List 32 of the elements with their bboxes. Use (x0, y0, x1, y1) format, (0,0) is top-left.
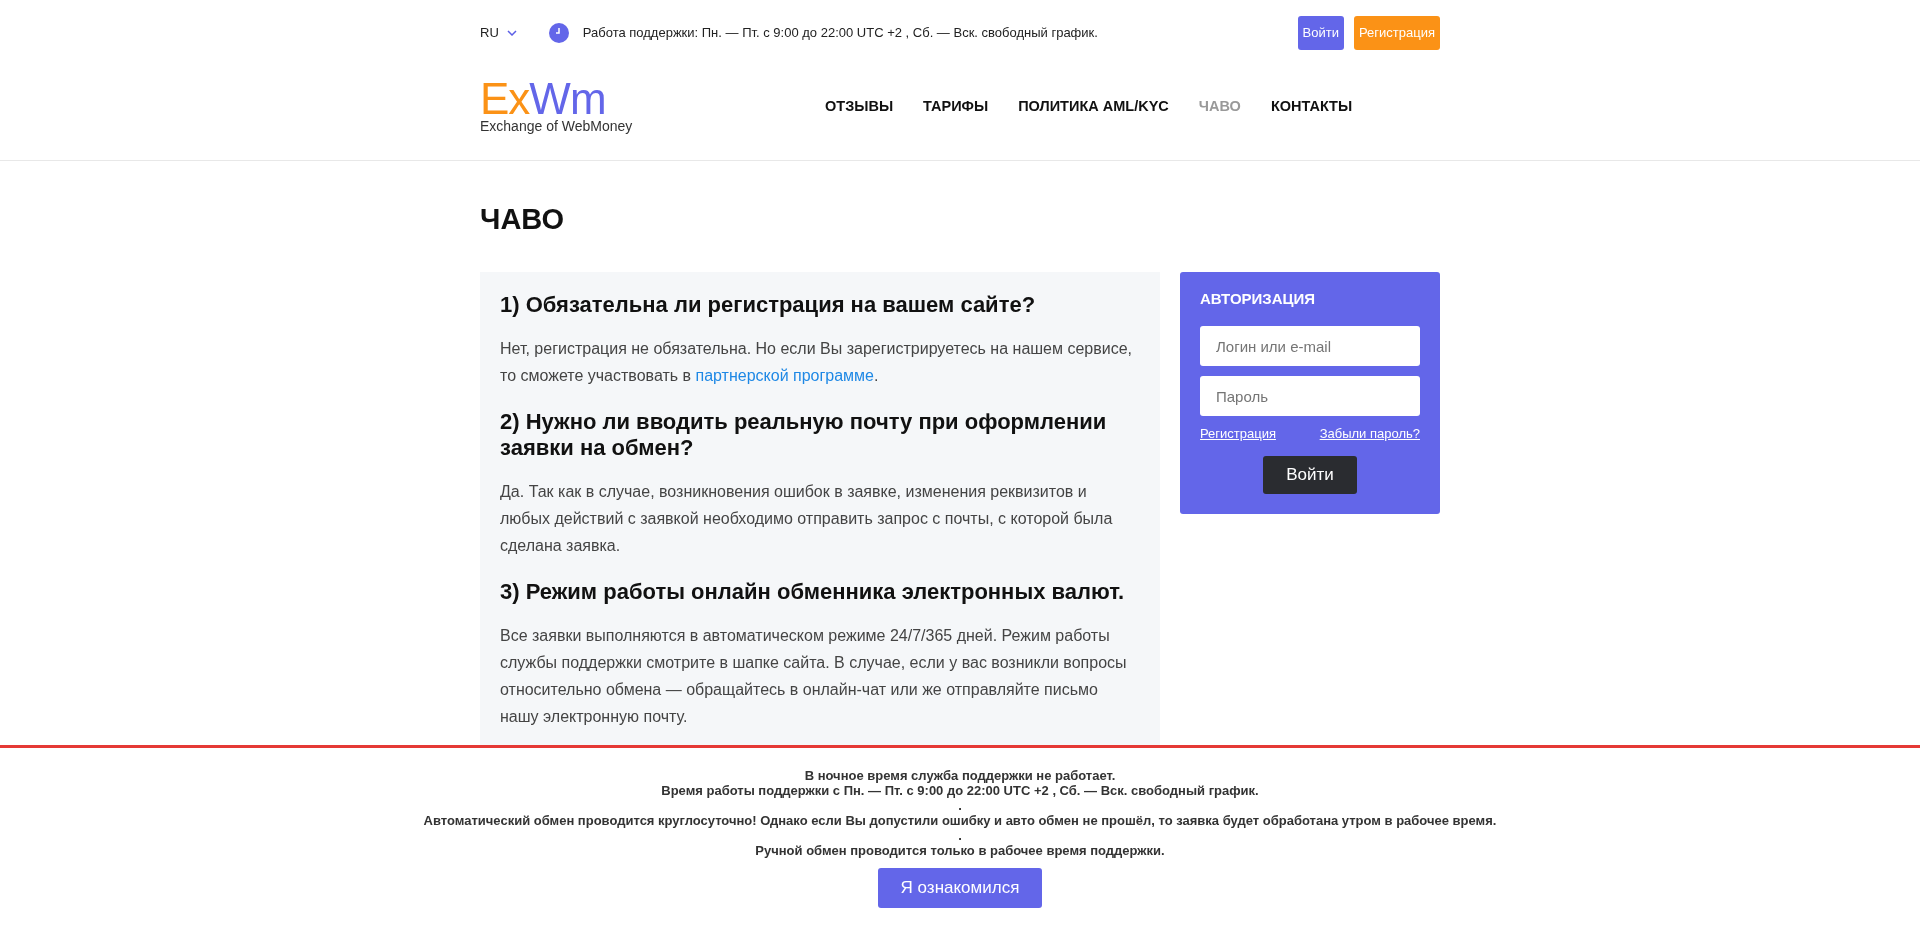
forgot-password-link[interactable]: Забыли пароль? (1319, 426, 1420, 441)
notice-text: В ночное время служба поддержки не работает. (804, 768, 1116, 783)
nav-link[interactable]: КОНТАКТЫ (1270, 97, 1353, 114)
clock-icon (548, 22, 569, 43)
page-title: ЧАВО (480, 203, 566, 236)
login-field[interactable]: Логин или e-mail (1200, 326, 1420, 366)
faq-question: 1) Обязательна ли регистрация на вашем сайте? (500, 292, 1037, 318)
nav-link[interactable]: ТАРИФЫ (923, 97, 989, 114)
faq-question: 2) Нужно ли вводить реальную почту при оформлении заявки на обмен? (500, 409, 1108, 460)
faq-answer: Да. Так как в случае, возникновения ошибок в заявке, изменения реквизитов и любых действий с заявкой необходимо отправить запрос с почты, с которой была сделана заявка. (500, 481, 1114, 556)
nav-link[interactable]: ОТЗЫВЫ (825, 97, 894, 114)
login-button[interactable]: Войти (1263, 456, 1357, 494)
language-selector[interactable]: RU (480, 25, 517, 40)
partner-program-link[interactable]: партнерской программе (695, 367, 874, 385)
notice-text: . (958, 798, 962, 813)
notice-text: Ручной обмен проводится только в рабочее время поддержки. (755, 843, 1165, 858)
notice-text: Время работы поддержки с Пн. — Пт. с 9:00 до 22:00 UTC +2 , Сб. — Вск. свободный график. (661, 783, 1259, 798)
support-hours: Работа поддержки: Пн. — Пт. с 9:00 до 22:00 UTC +2 , Сб. — Вск. свободный график. (582, 25, 1098, 40)
auth-title: АВТОРИЗАЦИЯ (1200, 290, 1317, 307)
acknowledge-button[interactable]: Я ознакомился (878, 868, 1042, 908)
nav-link[interactable]: ПОЛИТИКА AML/KYC (1018, 97, 1169, 114)
password-field[interactable]: Пароль (1200, 376, 1420, 416)
chevron-icon (506, 29, 517, 36)
nav-link[interactable]: ЧАВО (1198, 97, 1241, 114)
faq-question: 3) Режим работы онлайн обменника электронных валют. (500, 578, 1126, 605)
faq-answer: Все заявки выполняются в автоматическом режиме 24/7/365 дней. Режим работы службы поддержки смотрите в шапке сайта. В случае, если у вас возникли вопросы относительно обмена — обращайтесь в онлайн-чат или же отправляйте письмо нашу электронную почту. (500, 626, 1128, 728)
notice-text: . (958, 828, 962, 843)
register-link[interactable]: Регистрация (1200, 426, 1276, 441)
logo-tagline: Exchange of WebMoney (480, 118, 634, 133)
header-button[interactable]: Войти (1297, 15, 1344, 50)
notice-text: Автоматический обмен проводится круглосуточно! Однако если Вы допустили ошибку и авто обмен не прошёл, то заявка будет обработана утром в рабочее время. (423, 813, 1497, 828)
faq-answer: Нет, регистрация не обязательна. Но если Вы зарегистрируетесь на нашем сервисе, то сможете участвовать в партнерской программе. (500, 339, 1134, 387)
